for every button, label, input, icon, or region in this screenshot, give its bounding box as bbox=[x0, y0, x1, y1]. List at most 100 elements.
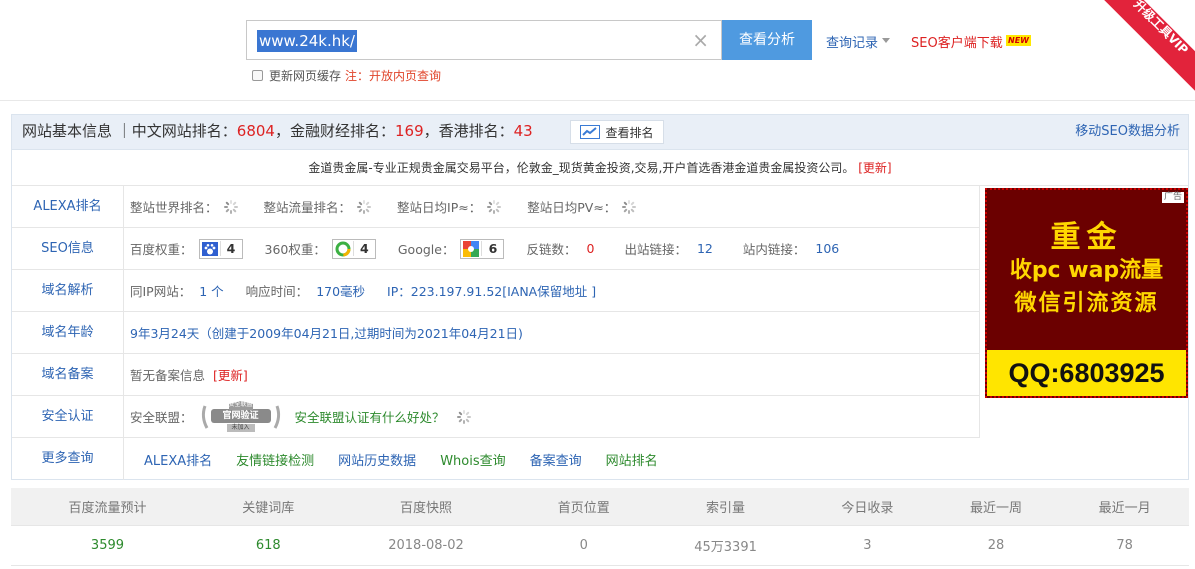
response-value: 170毫秒 bbox=[316, 284, 366, 299]
ad-column: 广告 重金 收pc wap流量 微信引流资源 QQ:6803925 bbox=[979, 186, 1189, 438]
stats-header: 索引量 bbox=[648, 488, 804, 526]
stats-header: 百度快照 bbox=[332, 488, 520, 526]
trend-chart-icon bbox=[580, 125, 601, 139]
same-ip-value[interactable]: 1 个 bbox=[199, 281, 223, 300]
row-dns: 域名解析 同IP网站： 1 个 响应时间： 170毫秒 IP：223.197.9… bbox=[12, 270, 979, 312]
ad-line-2: 收pc wap流量 bbox=[1009, 258, 1164, 283]
finance-prefix: ，金融财经排名： bbox=[274, 122, 395, 140]
panel-header: 网站基本信息 ｜中文网站排名：6804，金融财经排名：169，香港排名：43 查… bbox=[12, 115, 1188, 150]
title-prefix: 网站基本信息 ｜中文网站排名： bbox=[22, 122, 237, 140]
description-text: 金道贵金属-专业正规贵金属交易平台，伦敦金_现货黄金投资,交易,开户首选香港金道… bbox=[308, 161, 855, 175]
row-domain-age: 域名年龄 9年3月24天（创建于2009年04月21日,过期时间为2021年04… bbox=[12, 312, 979, 354]
more-link-whois[interactable]: Whois查询 bbox=[440, 450, 505, 469]
backlinks-label: 反链数： bbox=[526, 242, 577, 257]
cn-rank: 6804 bbox=[236, 122, 275, 140]
ad-banner[interactable]: 广告 重金 收pc wap流量 微信引流资源 QQ:6803925 bbox=[985, 188, 1188, 398]
icp-value: 暂无备案信息 bbox=[130, 368, 206, 383]
more-link-friendlink[interactable]: 友情链接检测 bbox=[236, 450, 314, 469]
domain-age-value[interactable]: 9年3月24天（创建于2009年04月21日,过期时间为2021年04月21日) bbox=[130, 323, 523, 342]
divider bbox=[0, 100, 1195, 101]
alliance-benefit-link[interactable]: 安全联盟认证有什么好处？ bbox=[295, 407, 445, 426]
new-badge: NEW bbox=[1006, 35, 1031, 46]
analyze-button[interactable]: 查看分析 bbox=[722, 20, 812, 60]
info-rows: ALEXA排名 整站世界排名： 整站流量排名： 整站日均IP≈： 整站日均PV≈… bbox=[12, 186, 979, 480]
chevron-down-icon[interactable] bbox=[882, 38, 890, 43]
baidu-weight-value: 4 bbox=[219, 241, 242, 256]
stats-index: 45万3391 bbox=[648, 525, 804, 566]
view-rank-label: 查看排名 bbox=[605, 125, 654, 140]
stats-header: 最近一月 bbox=[1060, 488, 1189, 526]
row-label-seo: SEO信息 bbox=[12, 228, 124, 269]
search-input[interactable]: www.24k.hk/ bbox=[257, 30, 357, 52]
hk-rank: 43 bbox=[513, 122, 533, 140]
row-label-alexa: ALEXA排名 bbox=[12, 186, 124, 227]
360-weight-label: 360权重： bbox=[264, 242, 326, 257]
google-pr-badge[interactable]: 6 bbox=[460, 238, 505, 259]
alexa-ip-label: 整站日均IP≈： bbox=[397, 200, 482, 215]
response-label: 响应时间： bbox=[245, 284, 309, 299]
loading-spinner-icon bbox=[622, 199, 637, 214]
search-box[interactable]: www.24k.hk/ × bbox=[246, 20, 722, 60]
cache-note: 注：开放内页查询 bbox=[345, 69, 442, 83]
cache-label[interactable]: 更新网页缓存 bbox=[269, 67, 341, 84]
google-label: Google： bbox=[397, 242, 455, 257]
stats-header: 首页位置 bbox=[519, 488, 649, 526]
more-link-history[interactable]: 网站历史数据 bbox=[338, 450, 416, 469]
hk-prefix: ，香港排名： bbox=[423, 122, 514, 140]
loading-spinner-icon bbox=[357, 199, 372, 214]
stats-value-row: 3599 618 2018-08-02 0 45万3391 3 28 78 bbox=[11, 525, 1189, 566]
baidu-weight-badge[interactable]: 4 bbox=[198, 238, 243, 259]
row-label-icp: 域名备案 bbox=[12, 354, 124, 395]
query-history-link[interactable]: 查询记录 bbox=[826, 32, 878, 51]
stats-month: 78 bbox=[1060, 525, 1189, 566]
backlinks-value[interactable]: 0 bbox=[586, 241, 594, 256]
stats-header: 最近一周 bbox=[931, 488, 1061, 526]
vip-ribbon[interactable]: 升级工具VIP bbox=[1093, 0, 1195, 95]
clear-icon[interactable]: × bbox=[692, 28, 709, 52]
cache-option: 更新网页缓存 注：开放内页查询 bbox=[252, 67, 441, 84]
google-pr-value: 6 bbox=[481, 241, 503, 256]
inlinks-value[interactable]: 106 bbox=[815, 241, 839, 256]
stats-table: 百度流量预计 关键词库 百度快照 首页位置 索引量 今日收录 最近一周 最近一月… bbox=[11, 488, 1189, 566]
alliance-label: 安全联盟： bbox=[130, 410, 193, 425]
row-alexa: ALEXA排名 整站世界排名： 整站流量排名： 整站日均IP≈： 整站日均PV≈… bbox=[12, 186, 979, 228]
row-label-more: 更多查询 bbox=[12, 438, 124, 480]
stats-header-row: 百度流量预计 关键词库 百度快照 首页位置 索引量 今日收录 最近一周 最近一月 bbox=[11, 488, 1189, 526]
stats-header: 百度流量预计 bbox=[11, 488, 204, 526]
seo-client-download-link[interactable]: SEO客户端下载 bbox=[911, 32, 1003, 51]
icp-update-link[interactable]: [更新] bbox=[213, 365, 248, 384]
site-description: 金道贵金属-专业正规贵金属交易平台，伦敦金_现货黄金投资,交易,开户首选香港金道… bbox=[12, 151, 1188, 186]
alexa-pv-label: 整站日均PV≈： bbox=[527, 200, 617, 215]
stats-baidu-traffic[interactable]: 3599 bbox=[11, 525, 204, 566]
mobile-seo-link[interactable]: 移动SEO数据分析 bbox=[1075, 115, 1180, 148]
stats-header: 关键词库 bbox=[203, 488, 333, 526]
ip-address[interactable]: IP：223.197.91.52[IANA保留地址 ] bbox=[387, 281, 596, 300]
row-security: 安全认证 安全联盟： 安全联盟 官网验证 未加入 安全联盟认证有什么好处？ bbox=[12, 396, 979, 438]
alexa-world-label: 整站世界排名： bbox=[130, 200, 218, 215]
finance-rank: 169 bbox=[394, 122, 424, 140]
360-weight-badge[interactable]: 4 bbox=[331, 238, 376, 259]
alexa-traffic-label: 整站流量排名： bbox=[263, 200, 352, 215]
description-update-link[interactable]: [更新] bbox=[858, 161, 891, 175]
site-info-panel: 网站基本信息 ｜中文网站排名：6804，金融财经排名：169，香港排名：43 查… bbox=[11, 114, 1189, 480]
view-rank-button[interactable]: 查看排名 bbox=[570, 120, 664, 144]
seal-mid-text: 官网验证 bbox=[222, 410, 259, 421]
alliance-seal-icon[interactable]: 安全联盟 官网验证 未加入 bbox=[199, 400, 283, 434]
baidu-paw-icon bbox=[200, 240, 220, 258]
stats-home-position: 0 bbox=[519, 525, 649, 566]
more-link-alexa[interactable]: ALEXA排名 bbox=[144, 450, 212, 469]
row-icp: 域名备案 暂无备案信息 [更新] bbox=[12, 354, 979, 396]
same-ip-label: 同IP网站： bbox=[130, 284, 192, 299]
ad-tag: 广告 bbox=[1161, 192, 1184, 203]
stats-keywords[interactable]: 618 bbox=[203, 525, 333, 566]
cache-checkbox[interactable] bbox=[252, 70, 263, 81]
stats-snapshot: 2018-08-02 bbox=[332, 525, 520, 566]
more-link-icp[interactable]: 备案查询 bbox=[530, 450, 582, 469]
more-link-rank[interactable]: 网站排名 bbox=[606, 450, 658, 469]
baidu-weight-label: 百度权重： bbox=[130, 242, 193, 257]
outlinks-value[interactable]: 12 bbox=[697, 241, 713, 256]
seal-bottom-text: 未加入 bbox=[231, 423, 250, 431]
360-logo-icon bbox=[333, 240, 353, 258]
360-weight-value: 4 bbox=[352, 241, 375, 256]
panel-title: 网站基本信息 ｜中文网站排名：6804，金融财经排名：169，香港排名：43 bbox=[22, 115, 533, 148]
